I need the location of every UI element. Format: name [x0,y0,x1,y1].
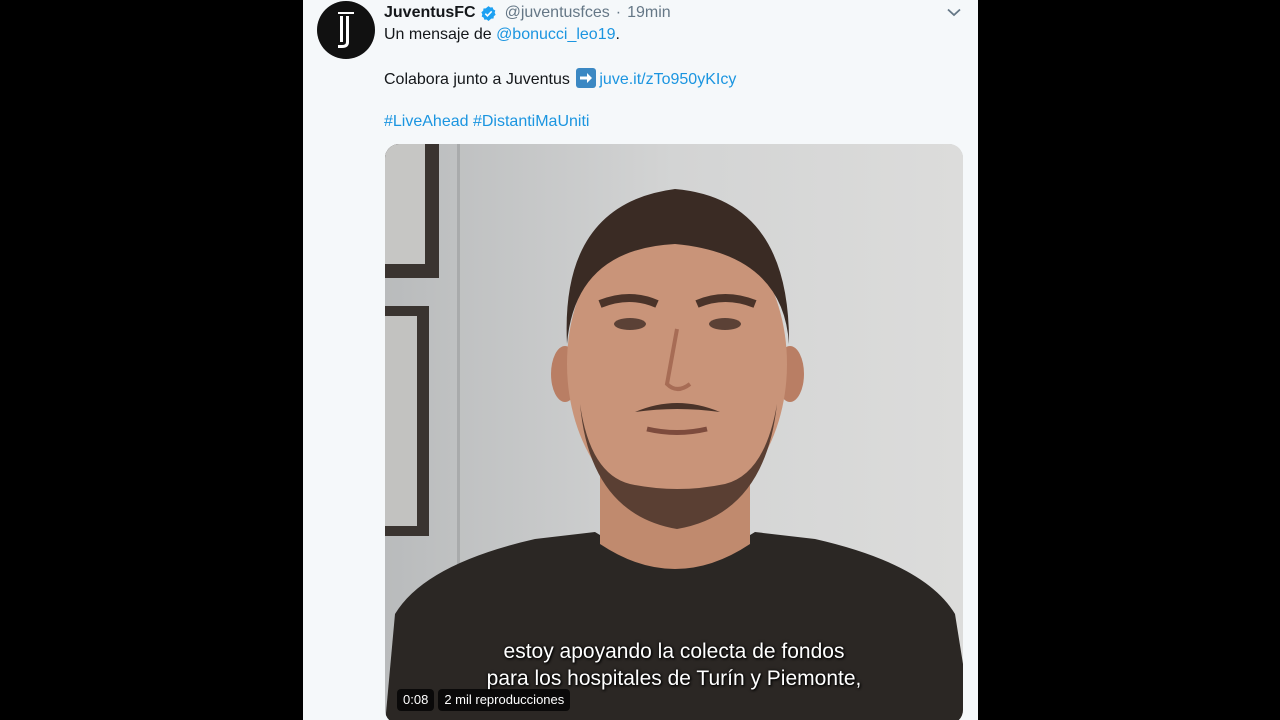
tweet-hashtags: #LiveAhead #DistantiMaUniti [384,112,589,132]
tweet-text-line-2: Colabora junto a Juventus juve.it/zTo950… [384,68,736,90]
screen: JuventusFC @juventusfces · 19min Un mens… [0,0,1280,720]
verified-badge-icon [480,5,497,22]
video-frame [385,144,963,720]
handle[interactable]: @juventusfces [505,4,610,22]
hashtag-distantimauniti[interactable]: #DistantiMaUniti [473,113,589,130]
hashtag-liveahead[interactable]: #LiveAhead [384,113,469,130]
display-name[interactable]: JuventusFC [384,4,476,22]
tweet-text-line-1: Un mensaje de @bonucci_leo19. [384,25,620,45]
mention-link[interactable]: @bonucci_leo19 [496,26,615,43]
tweet-card[interactable]: JuventusFC @juventusfces · 19min Un mens… [303,0,978,720]
text-suffix: . [615,26,620,43]
tweet-header: JuventusFC @juventusfces · 19min [384,2,964,24]
chevron-down-icon[interactable] [944,2,964,22]
view-count: 2 mil reproducciones [438,689,571,711]
video-duration: 0:08 [397,689,435,711]
juventus-logo-icon [338,12,354,48]
separator-dot: · [615,4,622,21]
external-link[interactable]: juve.it/zTo950yKIcy [599,71,736,88]
right-arrow-emoji-icon [576,68,597,88]
avatar[interactable] [317,1,375,59]
subtitle-line-1: estoy apoyando la colecta de fondos [503,640,845,663]
text-prefix: Un mensaje de [384,26,497,43]
timestamp[interactable]: 19min [627,4,671,22]
video-subtitles: estoy apoyando la colecta de fondos para… [385,638,963,692]
text-prefix: Colabora junto a Juventus [384,71,570,88]
video-player[interactable]: estoy apoyando la colecta de fondos para… [385,144,963,720]
video-info-overlay: 0:08 2 mil reproducciones [397,688,571,712]
